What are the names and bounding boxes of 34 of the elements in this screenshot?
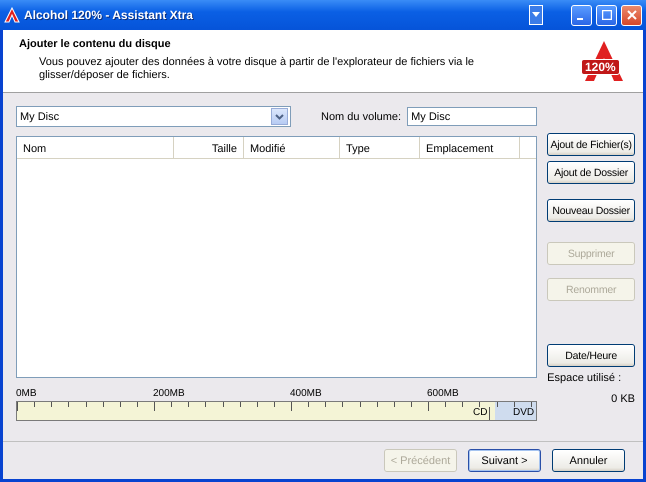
maximize-icon — [602, 10, 612, 20]
action-button[interactable]: Ajout de Fichier(s) — [547, 133, 636, 156]
action-button[interactable]: Ajout de Dossier — [547, 161, 636, 184]
disc-type-dropdown[interactable]: My Disc — [16, 106, 291, 127]
minimize-icon — [577, 18, 583, 20]
minimize-button[interactable] — [571, 4, 592, 26]
scale-label: 0MB — [16, 388, 37, 399]
close-button[interactable] — [621, 4, 642, 26]
maximize-button[interactable] — [596, 4, 617, 26]
column-header[interactable]: Modifié — [244, 137, 340, 158]
volume-name-field[interactable]: My Disc — [407, 107, 538, 126]
window-title: Alcohol 120% - Assistant Xtra — [24, 8, 193, 22]
wizard-button[interactable]: Suivant > — [468, 449, 541, 472]
dropdown-icon[interactable] — [529, 5, 543, 25]
column-header[interactable]: Type — [340, 137, 420, 158]
wizard-button[interactable]: Annuler — [552, 449, 625, 472]
action-button[interactable]: Nouveau Dossier — [547, 199, 636, 222]
used-space-value: 0 KB — [611, 393, 635, 405]
app-logo-icon — [4, 7, 20, 23]
logo-text: 120% — [581, 59, 620, 75]
volume-label: Nom du volume: — [321, 110, 402, 122]
close-icon — [626, 10, 636, 20]
page-title: Ajouter le contenu du disque — [19, 38, 172, 50]
used-space-label: Espace utilisé : — [547, 372, 622, 384]
scale-label: 400MB — [290, 388, 322, 399]
chevron-down-icon — [275, 114, 284, 120]
action-button[interactable]: Date/Heure — [547, 344, 636, 367]
scale-label: 600MB — [427, 388, 459, 399]
dvd-marker: DVD — [513, 407, 534, 418]
page-description: Vous pouvez ajouter des données à votre disque à partir de l'explorateur de fichiers via le glisser/déposer de fichiers. — [39, 56, 476, 82]
column-header[interactable]: Nom — [17, 137, 174, 158]
column-header[interactable]: Emplacement — [420, 137, 520, 158]
scale-label: 200MB — [153, 388, 185, 399]
column-header[interactable]: Taille — [174, 137, 244, 158]
